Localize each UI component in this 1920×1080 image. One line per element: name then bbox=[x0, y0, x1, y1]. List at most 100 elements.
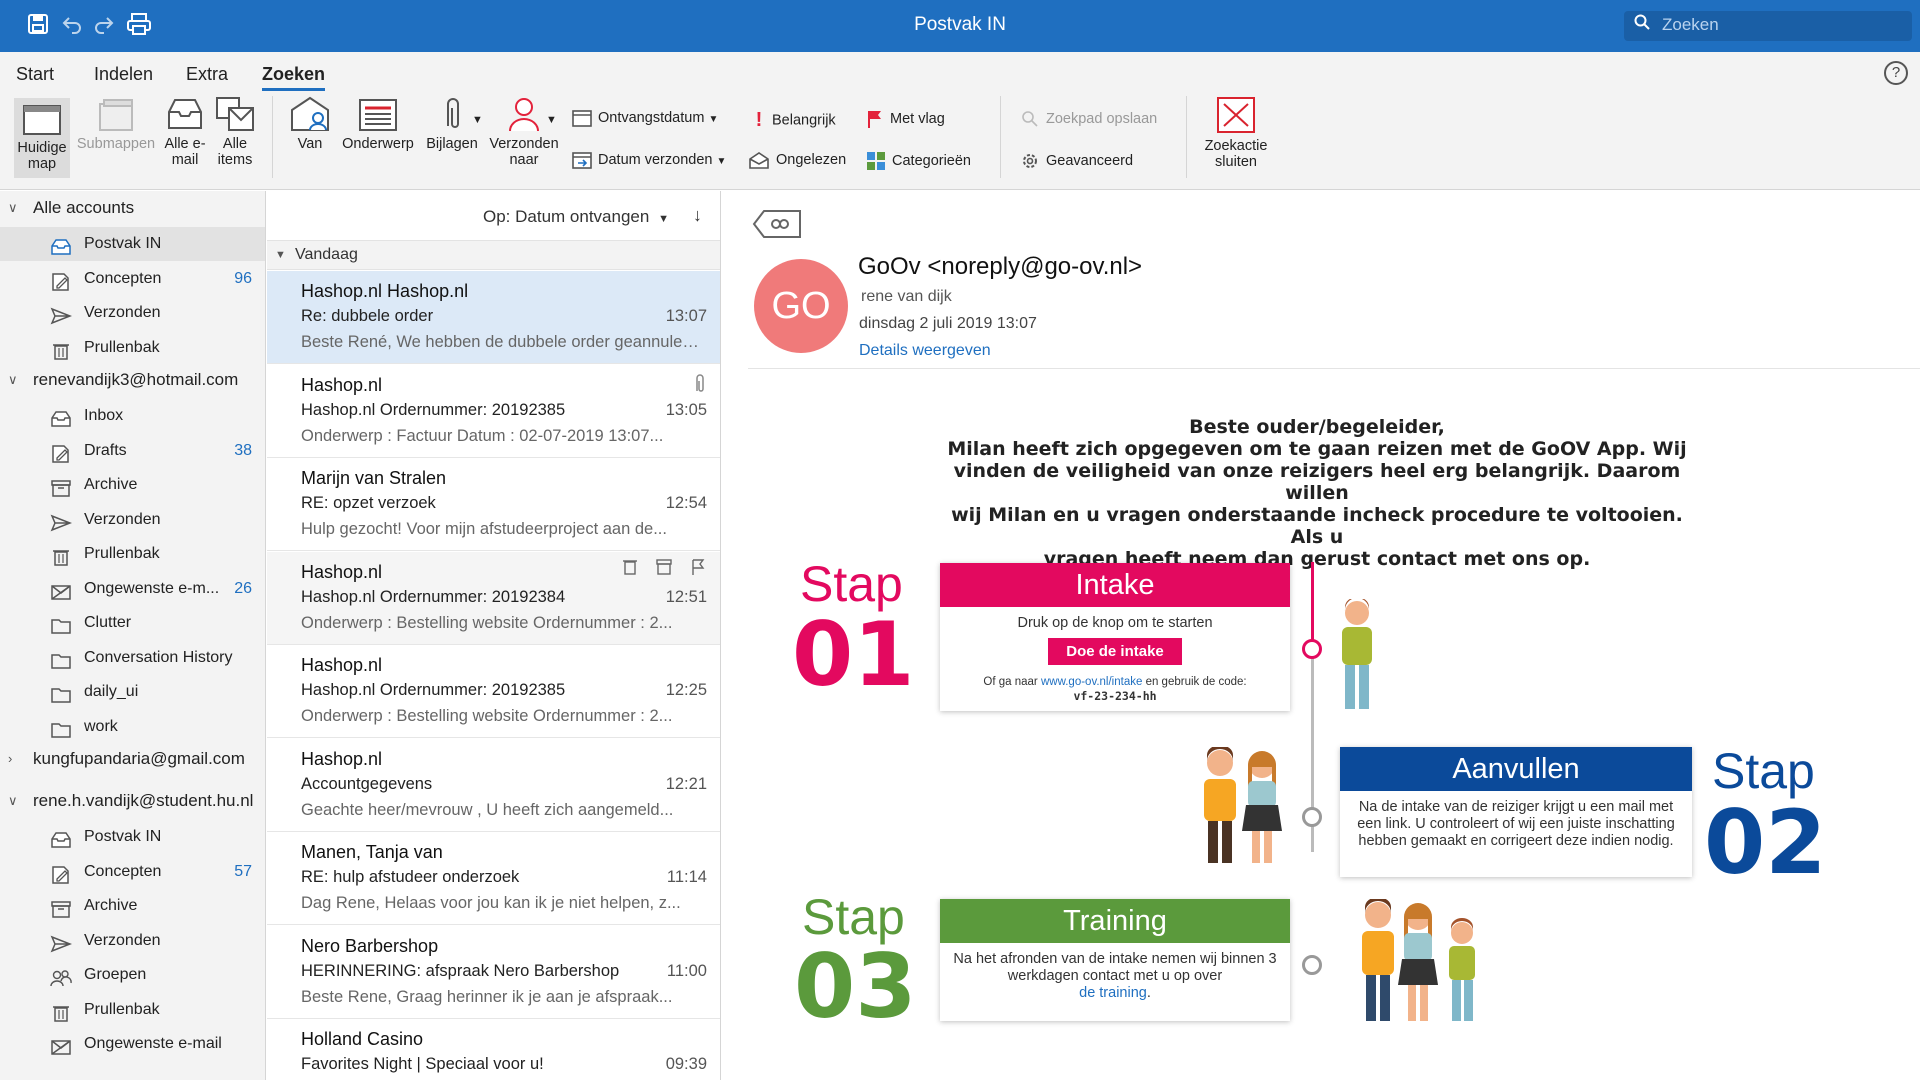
received-date-label: Ontvangstdatum bbox=[598, 109, 705, 126]
important-button[interactable]: ! Belangrijk bbox=[752, 109, 836, 132]
message-subject-line: RE: hulp afstudeer onderzoek 11:14 bbox=[301, 868, 707, 892]
sidebar-item-archive[interactable]: Archive bbox=[0, 889, 265, 923]
sidebar-item-daily-ui[interactable]: daily_ui bbox=[0, 675, 265, 709]
subfolders-button[interactable]: Submappen bbox=[76, 96, 156, 152]
sent-date-button[interactable]: Datum verzonden ▼ bbox=[572, 151, 726, 169]
chevron-down-icon[interactable]: ▼ bbox=[472, 114, 483, 126]
sidebar-item-clutter[interactable]: Clutter bbox=[0, 606, 265, 640]
sidebar-item-drafts[interactable]: Drafts 38 bbox=[0, 434, 265, 468]
inbox-icon bbox=[50, 828, 72, 848]
sidebar-item-concepten[interactable]: Concepten 57 bbox=[0, 855, 265, 889]
sidebar-item-verzonden[interactable]: Verzonden bbox=[0, 503, 265, 537]
message-sender: Hashop.nl bbox=[301, 561, 383, 582]
intake-link[interactable]: www.go-ov.nl/intake bbox=[1041, 676, 1142, 688]
account-header[interactable]: › kungfupandaria@gmail.com bbox=[0, 744, 265, 774]
account-header[interactable]: ∨ Alle accounts bbox=[0, 193, 265, 223]
sidebar-item-concepten[interactable]: Concepten 96 bbox=[0, 262, 265, 296]
step-2-text: Na de intake van de reiziger krijgt u ee… bbox=[1357, 799, 1675, 849]
message-row[interactable]: Manen, Tanja van RE: hulp afstudeer onder… bbox=[267, 832, 720, 925]
help-icon[interactable]: ? bbox=[1884, 61, 1908, 85]
sort-direction-icon[interactable]: ↓ bbox=[693, 205, 702, 226]
save-search-button[interactable]: Zoekpad opslaan bbox=[1020, 109, 1157, 129]
training-link[interactable]: de training bbox=[1079, 985, 1147, 1001]
message-row[interactable]: Nero Barbershop HERINNERING: afspraak Ner… bbox=[267, 926, 720, 1019]
sidebar-item-conversation-history[interactable]: Conversation History bbox=[0, 641, 265, 675]
unread-button[interactable]: Ongelezen bbox=[748, 151, 846, 169]
sidebar-item-groepen[interactable]: Groepen bbox=[0, 958, 265, 992]
all-mail-button[interactable]: Alle e-mail bbox=[162, 96, 208, 168]
flag-icon[interactable] bbox=[689, 558, 707, 581]
message-row[interactable]: Hashop.nl Hashop.nl Ordernummer: 20192385… bbox=[267, 365, 720, 458]
close-search-button[interactable]: Zoekactie sluiten bbox=[1196, 96, 1276, 170]
folder-label: Clutter bbox=[84, 614, 132, 631]
account-header[interactable]: ∨ renevandijk3@hotmail.com bbox=[0, 365, 265, 395]
advanced-button[interactable]: Geavanceerd bbox=[1020, 151, 1133, 171]
message-row[interactable]: Hashop.nl Accountgegevens 12:21 Geachte hee… bbox=[267, 739, 720, 832]
archive-icon bbox=[50, 476, 72, 497]
flagged-button[interactable]: Met vlag bbox=[866, 109, 945, 129]
search-field[interactable]: Zoeken bbox=[1624, 11, 1912, 41]
message-subject-line: Re: dubbele order 13:07 bbox=[301, 307, 707, 331]
intake-button[interactable]: Doe de intake bbox=[1048, 638, 1182, 665]
drafts-icon bbox=[50, 270, 72, 291]
group-header-today[interactable]: ▼ Vandaag bbox=[267, 240, 720, 270]
from-button[interactable]: Van bbox=[282, 96, 338, 152]
group-label: Vandaag bbox=[295, 246, 358, 263]
sidebar-item-prullenbak[interactable]: Prullenbak bbox=[0, 537, 265, 571]
sidebar-item-prullenbak[interactable]: Prullenbak bbox=[0, 331, 265, 365]
inbox-icon bbox=[50, 235, 72, 255]
sidebar-item-verzonden[interactable]: Verzonden bbox=[0, 924, 265, 958]
step-2-number: 02 bbox=[1704, 791, 1827, 894]
message-time: 12:21 bbox=[665, 774, 707, 793]
account-header[interactable]: ∨ rene.h.vandijk@student.hu.nl bbox=[0, 786, 265, 816]
folder-label: Inbox bbox=[84, 407, 124, 424]
current-folder-button[interactable]: Huidige map bbox=[14, 98, 70, 178]
folder-label: Verzonden bbox=[84, 510, 161, 528]
trash-icon bbox=[50, 1001, 72, 1022]
message-row[interactable]: Holland Casino Favorites Night | Speciaal… bbox=[267, 1019, 720, 1080]
all-items-button[interactable]: Alle items bbox=[212, 96, 258, 168]
message-subject: Re: dubbele order bbox=[301, 307, 434, 325]
chevron-down-icon[interactable]: ▼ bbox=[546, 114, 557, 126]
subject-label: Onderwerp bbox=[342, 136, 414, 152]
message-row[interactable]: Hashop.nl Hashop.nl Re: dubbele order 13:0… bbox=[267, 271, 720, 364]
categories-button[interactable]: Categorieën bbox=[866, 151, 971, 171]
step-1-alt: Of ga naar www.go-ov.nl/intake en gebrui… bbox=[950, 675, 1280, 704]
tab-zoeken[interactable]: Zoeken bbox=[262, 64, 326, 91]
sidebar-item-postvak-in[interactable]: Postvak IN bbox=[0, 820, 265, 854]
tag-icon[interactable] bbox=[752, 209, 804, 244]
sidebar-item-ongewenste-e-mail[interactable]: Ongewenste e-mail bbox=[0, 1027, 265, 1061]
gear-icon bbox=[1023, 154, 1037, 168]
sidebar-item-ongewenste-e-m[interactable]: Ongewenste e-m... 26 bbox=[0, 572, 265, 606]
sort-dropdown[interactable]: Op: Datum ontvangen ▼ bbox=[483, 207, 669, 227]
sidebar-item-prullenbak[interactable]: Prullenbak bbox=[0, 993, 265, 1027]
tab-extra[interactable]: Extra bbox=[186, 64, 228, 85]
folder-label: Concepten bbox=[84, 269, 162, 287]
sidebar-item-verzonden[interactable]: Verzonden bbox=[0, 296, 265, 330]
received-date-button[interactable]: Ontvangstdatum ▼ bbox=[572, 109, 718, 127]
exclamation-icon: ! bbox=[755, 109, 763, 131]
tab-start[interactable]: Start bbox=[16, 64, 54, 85]
subject-button[interactable]: Onderwerp bbox=[340, 96, 416, 152]
message-subject: Hashop.nl Ordernummer: 20192384 bbox=[301, 587, 566, 606]
message-row[interactable]: Hashop.nl Hashop.nl Ordernummer: 20192385… bbox=[267, 645, 720, 738]
folder-icon bbox=[50, 683, 72, 703]
tab-indelen[interactable]: Indelen bbox=[94, 64, 153, 85]
chevron-down-icon: ∨ bbox=[8, 200, 18, 215]
folder-icon bbox=[50, 649, 72, 669]
sidebar-item-postvak-in[interactable]: Postvak IN bbox=[0, 227, 265, 261]
sidebar-item-archive[interactable]: Archive bbox=[0, 468, 265, 502]
sent-to-button[interactable]: Verzonden naar bbox=[486, 96, 562, 168]
sidebar-item-work[interactable]: work bbox=[0, 710, 265, 744]
message-row[interactable]: Hashop.nl Hashop.nl Ordernummer: 20192384… bbox=[267, 551, 720, 645]
sender-name[interactable]: GoOv <noreply@go-ov.nl> bbox=[858, 253, 1142, 281]
message-time: 13:07 bbox=[665, 307, 707, 325]
archive-icon[interactable] bbox=[655, 558, 673, 581]
family-illustration bbox=[1362, 899, 1475, 1021]
details-link[interactable]: Details weergeven bbox=[859, 342, 991, 360]
delete-icon[interactable] bbox=[621, 558, 639, 581]
message-row[interactable]: Marijn van Stralen RE: opzet verzoek 12:54… bbox=[267, 458, 720, 551]
sidebar-item-inbox[interactable]: Inbox bbox=[0, 399, 265, 433]
step-3-text: Na het afronden van de intake nemen wij … bbox=[953, 951, 1277, 984]
reading-pane: GO GoOv <noreply@go-ov.nl> rene van dijk… bbox=[722, 191, 1920, 1080]
